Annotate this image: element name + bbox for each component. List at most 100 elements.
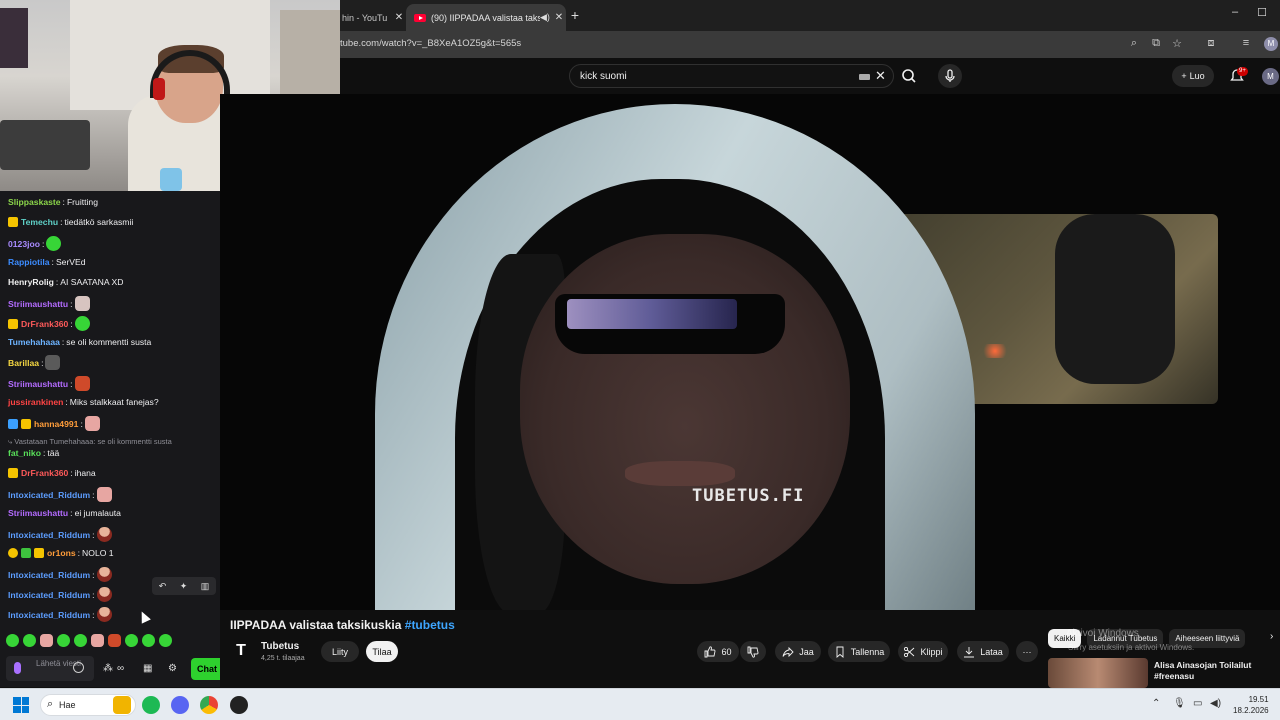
settings-gear-icon[interactable]: ⚙ xyxy=(168,663,177,674)
taskbar-clock[interactable]: 19.51 18.2.2026 xyxy=(1233,694,1269,716)
more-actions-button[interactable]: ··· xyxy=(1016,641,1038,662)
chevron-up-icon[interactable]: ⌃ xyxy=(1152,698,1160,709)
chat-username[interactable]: Barillaa xyxy=(8,358,39,368)
channel-name[interactable]: Tubetus xyxy=(261,641,299,652)
browser-tab-inactive[interactable]: hin - YouTu ✕ xyxy=(340,4,406,31)
create-label: Luo xyxy=(1189,71,1205,81)
browser-tab-active[interactable]: (90) IIPPADAA valistaa taksii ◀) ✕ xyxy=(406,4,566,31)
channel-logo[interactable]: T xyxy=(230,640,252,662)
speaker-icon[interactable]: ◀) xyxy=(540,12,552,23)
undo-icon[interactable]: ↶ xyxy=(159,581,167,592)
chat-message: jussirankinen: Miks stalkkaat fanejas? xyxy=(8,397,159,407)
keyboard-icon[interactable] xyxy=(859,74,870,80)
volume-icon[interactable]: ◀) xyxy=(1210,698,1221,709)
chat-username[interactable]: Striimaushattu xyxy=(8,508,68,518)
emote-icon[interactable] xyxy=(125,634,138,647)
close-icon[interactable]: ✕ xyxy=(552,12,566,23)
green-emote-icon xyxy=(46,236,62,251)
browser-profile-avatar[interactable]: M xyxy=(1264,37,1278,51)
download-button[interactable]: Lataa xyxy=(957,641,1009,662)
subscriber-count: 4,25 t. tilaajaa xyxy=(261,655,305,662)
emote-icon[interactable] xyxy=(159,634,172,647)
share-button[interactable]: Jaa xyxy=(775,641,821,662)
address-bar: tube.com/watch?v=_B8XeA1OZ5g&t=565s ⌕ ⧉ … xyxy=(340,31,1280,58)
infinity-icon[interactable]: ∞ xyxy=(117,663,124,674)
like-count: 60 xyxy=(721,646,732,657)
chat-username[interactable]: Striimaushattu xyxy=(8,299,68,309)
chat-username[interactable]: Temechu xyxy=(21,217,58,227)
clear-search-icon[interactable]: ✕ xyxy=(875,68,886,84)
recommendation-title[interactable]: Alisa Ainasojan Toilailut #freenasu xyxy=(1154,660,1264,682)
chat-username[interactable]: Striimaushattu xyxy=(8,379,68,389)
subscribe-button[interactable]: Tilaa xyxy=(366,641,398,662)
reading-list-icon[interactable]: ≡ xyxy=(1238,37,1254,49)
close-icon[interactable]: ✕ xyxy=(392,12,406,23)
shop-icon[interactable]: ▦ xyxy=(143,663,152,674)
chat-message: DrFrank360: xyxy=(8,316,90,331)
video-player[interactable]: TUBETUS.FI xyxy=(220,94,1280,610)
chevron-right-icon[interactable]: › xyxy=(1270,631,1273,642)
emote-icon[interactable] xyxy=(23,634,36,647)
create-button[interactable]: + Luo xyxy=(1172,65,1214,87)
zoom-icon[interactable]: ⌕ xyxy=(1126,37,1142,50)
dislike-button[interactable] xyxy=(740,641,766,662)
chat-input[interactable]: Lähetä viesti xyxy=(6,656,94,681)
windows-start-icon[interactable] xyxy=(13,697,29,713)
chat-username[interactable]: Intoxicated_Riddum xyxy=(8,570,90,580)
chrome-icon[interactable] xyxy=(200,696,218,714)
chat-username[interactable]: HenryRolig xyxy=(8,277,54,287)
emote-icon[interactable] xyxy=(74,634,87,647)
chat-send-button[interactable]: Chat xyxy=(191,658,220,680)
bookmark-star-icon[interactable]: ☆ xyxy=(1169,37,1185,50)
chat-username[interactable]: DrFrank360 xyxy=(21,319,68,329)
discord-icon[interactable] xyxy=(171,696,189,714)
emote-icon[interactable] xyxy=(108,634,121,647)
chat-username[interactable]: Intoxicated_Riddum xyxy=(8,590,90,600)
obs-icon[interactable] xyxy=(230,696,248,714)
points-icon[interactable]: ⁂ xyxy=(103,663,113,674)
chat-username[interactable]: jussirankinen xyxy=(8,397,63,407)
chat-username[interactable]: hanna4991 xyxy=(34,419,78,429)
chat-message: DrFrank360: ihana xyxy=(8,468,96,478)
microphone-icon[interactable]: 🎙 xyxy=(1173,698,1186,709)
hashtag-link[interactable]: #tubetus xyxy=(405,618,455,632)
clip-button[interactable]: Klippi xyxy=(898,641,948,662)
voice-search-button[interactable] xyxy=(938,64,962,88)
new-tab-button[interactable]: + xyxy=(567,7,583,23)
like-button[interactable]: 60 xyxy=(697,641,739,662)
url-field[interactable]: tube.com/watch?v=_B8XeA1OZ5g&t=565s xyxy=(340,38,521,49)
emote-icon[interactable] xyxy=(6,634,19,647)
emote-icon[interactable] xyxy=(91,634,104,647)
search-input[interactable]: kick suomi ✕ xyxy=(569,64,894,88)
chat-username[interactable]: fat_niko xyxy=(8,448,41,458)
emote-icon[interactable] xyxy=(57,634,70,647)
search-button[interactable] xyxy=(895,64,923,88)
chat-username[interactable]: Intoxicated_Riddum xyxy=(8,610,90,620)
file-explorer-icon[interactable] xyxy=(113,696,131,714)
chat-username[interactable]: DrFrank360 xyxy=(21,468,68,478)
cast-icon[interactable]: ⧉ xyxy=(1148,37,1164,50)
emote-icon[interactable] xyxy=(142,634,155,647)
emoji-icon[interactable] xyxy=(73,662,84,673)
recommendation-thumbnail[interactable] xyxy=(1048,658,1148,688)
delete-icon[interactable]: ▥ xyxy=(201,581,210,592)
youtube-avatar[interactable]: M xyxy=(1262,68,1279,85)
save-button[interactable]: Tallenna xyxy=(828,641,890,662)
chat-username[interactable]: Intoxicated_Riddum xyxy=(8,490,90,500)
sunglasses-reflection xyxy=(567,299,737,329)
microphone-icon[interactable] xyxy=(14,662,21,674)
extensions-icon[interactable]: ⧈ xyxy=(1203,37,1219,50)
minimize-icon[interactable]: – xyxy=(1225,6,1245,18)
chat-username[interactable]: 0123joo xyxy=(8,239,40,249)
chat-username[interactable]: Slippaskaste xyxy=(8,197,61,207)
network-icon[interactable]: ▭ xyxy=(1193,698,1202,709)
spotify-icon[interactable] xyxy=(142,696,160,714)
chat-username[interactable]: Intoxicated_Riddum xyxy=(8,530,90,540)
join-button[interactable]: Liity xyxy=(321,641,359,662)
emote-icon[interactable] xyxy=(40,634,53,647)
chat-username[interactable]: Rappiotila xyxy=(8,257,50,267)
chat-username[interactable]: or1ons xyxy=(47,548,76,558)
pin-icon[interactable]: ✦ xyxy=(180,581,188,592)
chat-username[interactable]: Tumehahaaa xyxy=(8,337,60,347)
maximize-icon[interactable]: ☐ xyxy=(1252,6,1272,19)
